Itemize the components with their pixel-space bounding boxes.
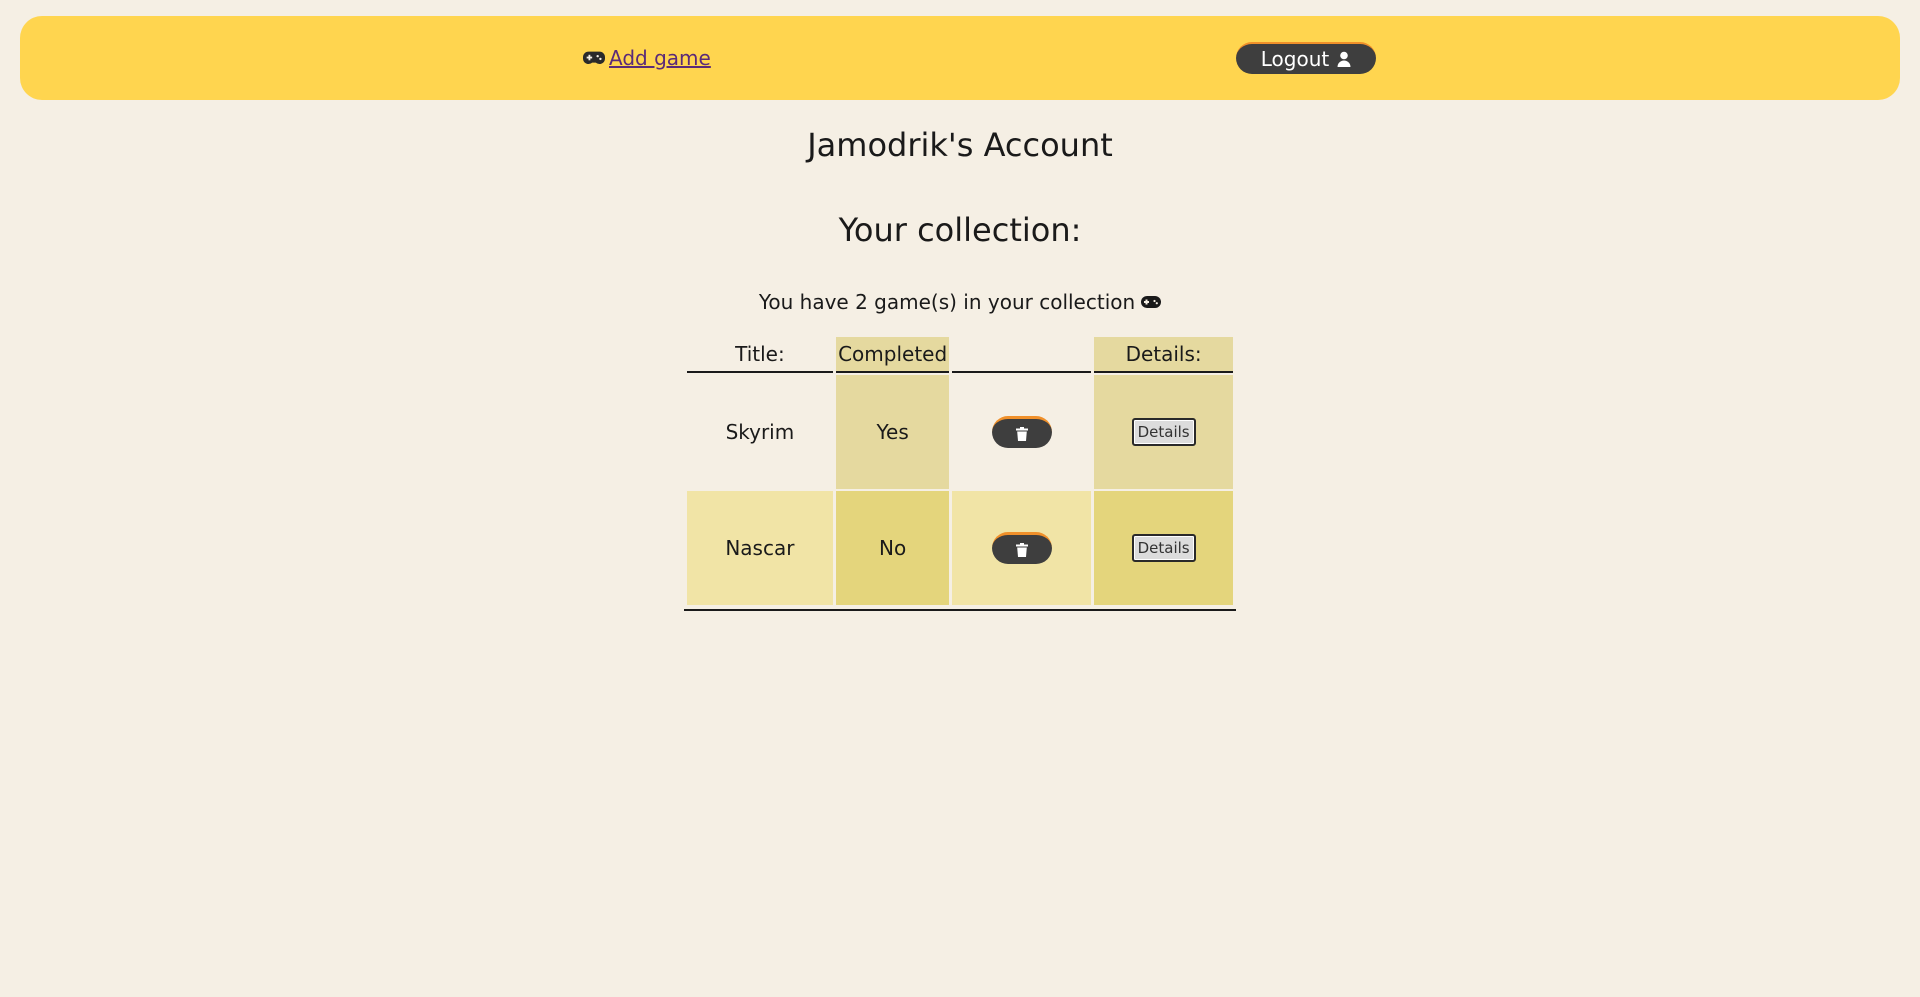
add-game-label: Add game <box>609 46 711 70</box>
trash-icon <box>1015 426 1028 441</box>
delete-button[interactable] <box>991 416 1052 448</box>
game-title: Skyrim <box>687 375 833 489</box>
add-game-link[interactable]: Add game <box>583 46 711 70</box>
logout-button[interactable]: Logout <box>1236 42 1376 74</box>
delete-button[interactable] <box>991 532 1052 564</box>
account-heading: Jamodrik's Account <box>807 126 1113 164</box>
game-completed: No <box>835 491 950 605</box>
delete-cell <box>952 375 1092 489</box>
details-button[interactable]: Details <box>1131 418 1196 446</box>
header-details: Details: <box>1094 337 1233 373</box>
table-row: Skyrim Yes Details <box>687 375 1233 489</box>
logout-label: Logout <box>1260 47 1330 71</box>
header-delete <box>952 337 1092 373</box>
details-button[interactable]: Details <box>1131 534 1196 562</box>
navbar: Add game Logout <box>20 16 1900 100</box>
details-cell: Details <box>1094 491 1233 605</box>
collection-count-text: You have 2 game(s) in your collection <box>758 290 1136 314</box>
details-cell: Details <box>1094 375 1233 489</box>
table-row: Nascar No Details <box>687 491 1233 605</box>
collection-count: You have 2 game(s) in your collection <box>0 290 1920 314</box>
table-header-row: Title: Completed Details: <box>687 337 1233 373</box>
user-icon <box>1337 51 1351 67</box>
header-completed: Completed <box>835 337 950 373</box>
delete-cell <box>952 491 1092 605</box>
gamepad-icon <box>583 51 605 64</box>
collection-heading: Your collection: <box>838 211 1082 249</box>
game-completed: Yes <box>835 375 950 489</box>
collection-table: Title: Completed Details: Skyrim Yes Det… <box>684 335 1236 611</box>
trash-icon <box>1015 542 1028 557</box>
gamepad-icon <box>1141 296 1162 308</box>
header-title: Title: <box>687 337 833 373</box>
game-title: Nascar <box>687 491 833 605</box>
